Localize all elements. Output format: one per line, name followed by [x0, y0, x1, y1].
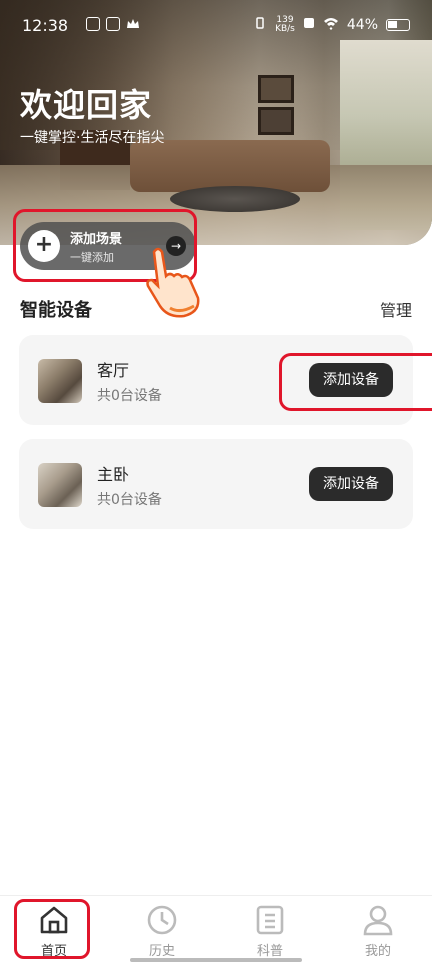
highlight-box	[14, 899, 90, 959]
net-speed: 139 KB/s	[275, 16, 295, 34]
room-device-count: 共0台设备	[97, 388, 162, 404]
status-time: 12:38	[22, 16, 69, 35]
manage-button[interactable]: 管理	[380, 297, 412, 321]
room-thumbnail	[38, 359, 82, 403]
battery-percent: 44%	[346, 17, 378, 33]
highlight-box	[279, 353, 432, 411]
nav-label-science: 科普	[256, 944, 283, 959]
wifi-icon	[323, 16, 339, 34]
vibrate-icon	[253, 16, 267, 34]
room-card[interactable]: 主卧 共0台设备 添加设备	[19, 439, 413, 529]
document-icon	[256, 905, 284, 935]
hero-picture-frame	[258, 75, 294, 103]
pointing-hand-icon	[146, 247, 200, 318]
clock-icon	[147, 905, 177, 935]
room-name: 主卧	[97, 465, 130, 484]
add-device-button[interactable]: 添加设备	[309, 467, 393, 501]
notification-icons	[86, 17, 140, 31]
net-speed-unit: KB/s	[275, 24, 295, 34]
sim-icon	[303, 17, 315, 33]
crown-icon	[126, 17, 140, 31]
room-device-count: 共0台设备	[97, 492, 162, 508]
nav-label-history: 历史	[148, 944, 175, 959]
page-subtitle: 一键掌控·生活尽在指尖	[20, 130, 165, 146]
status-right: 139 KB/s 44%	[253, 16, 410, 34]
hero-picture-frame	[258, 107, 294, 135]
mail-icon	[86, 17, 100, 31]
room-thumbnail	[38, 463, 82, 507]
status-bar: 12:38 139 KB/s 44%	[0, 0, 432, 50]
nav-label-mine: 我的	[364, 944, 391, 959]
hero-table	[170, 186, 300, 212]
nav-item-science[interactable]: 科普	[216, 896, 324, 964]
battery-icon	[386, 19, 410, 31]
page-title: 欢迎回家	[20, 86, 153, 124]
nav-item-history[interactable]: 历史	[108, 896, 216, 964]
home-indicator	[130, 958, 302, 962]
hero-sofa	[130, 140, 330, 192]
nav-item-mine[interactable]: 我的	[324, 896, 432, 964]
smart-devices-title: 智能设备	[20, 300, 92, 321]
room-name: 客厅	[97, 361, 130, 380]
user-icon	[363, 905, 393, 936]
app-icon	[106, 17, 120, 31]
